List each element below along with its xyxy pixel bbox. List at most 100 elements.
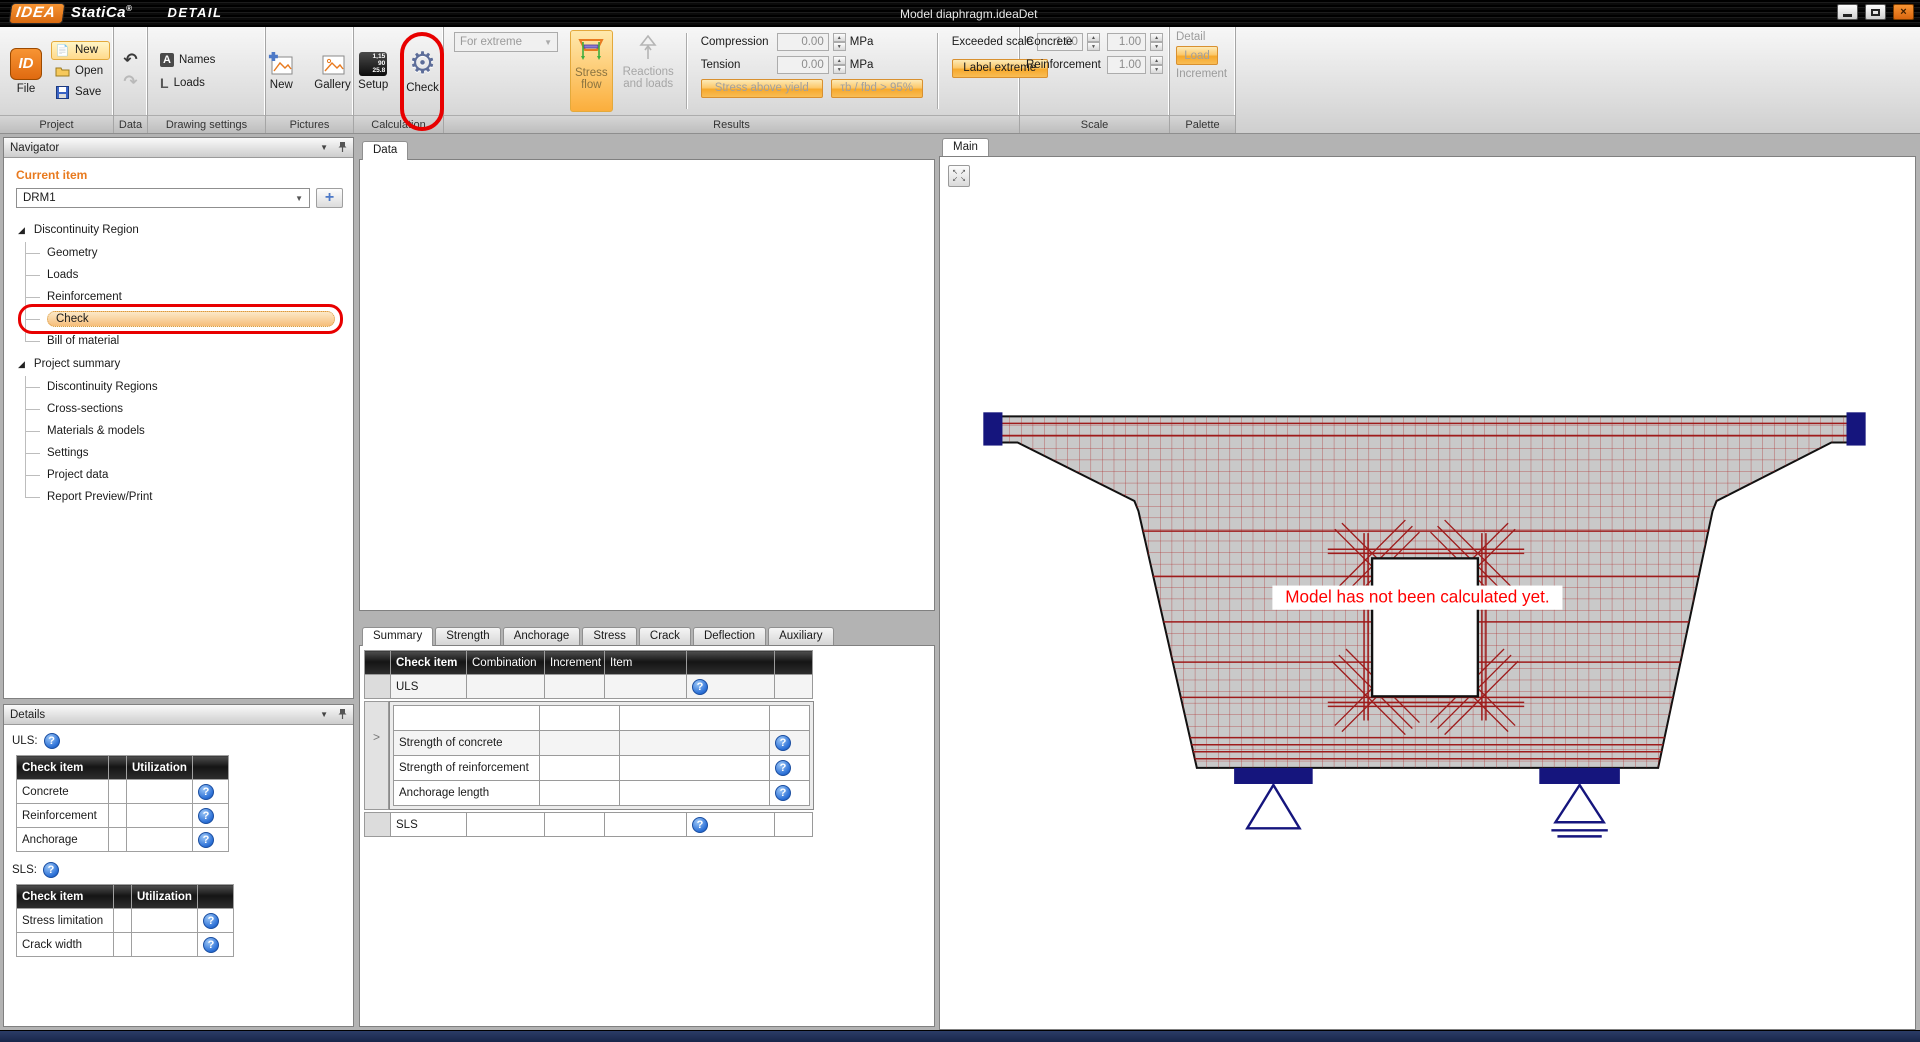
stress-above-yield-button[interactable]: Stress above yield <box>701 79 823 98</box>
table-row[interactable]: Reinforcement? <box>17 804 229 828</box>
row-help-icon[interactable]: ? <box>775 760 791 776</box>
tab-anchorage[interactable]: Anchorage <box>503 627 581 645</box>
maximize-button[interactable] <box>1865 4 1886 20</box>
scale-concrete-input[interactable]: 1.00 <box>1107 33 1146 51</box>
current-item-dropdown[interactable]: DRM1 ▼ <box>16 188 310 208</box>
sls-row-help-icon[interactable]: ? <box>692 817 708 833</box>
close-button[interactable]: × <box>1893 4 1914 20</box>
navigator-header[interactable]: Navigator ▼ <box>4 138 353 158</box>
details-title: Details <box>10 709 310 721</box>
tab-stress[interactable]: Stress <box>582 627 637 645</box>
tree-item-geometry[interactable]: Geometry <box>25 242 345 264</box>
row-help-icon[interactable]: ? <box>198 784 214 800</box>
scale-reinforcement-input[interactable]: 1.00 <box>1107 56 1146 74</box>
column-header: Utilization <box>620 706 770 731</box>
tb-fbd-button[interactable]: τb / fbd > 95% <box>831 79 923 98</box>
undo-icon[interactable]: ↶ <box>123 53 137 67</box>
tree-item-check[interactable]: Check <box>25 308 345 330</box>
tree-item-bill-of-material[interactable]: Bill of material <box>25 330 345 352</box>
fit-view-button[interactable]: ↖ ↗ ↙ ↘ <box>948 165 970 187</box>
tension-stepper[interactable]: ▲▼ <box>833 56 846 74</box>
stress-flow-button[interactable]: Stress flow <box>570 30 613 112</box>
add-item-button[interactable]: + <box>316 188 343 208</box>
tree-item-label: Check <box>56 313 89 325</box>
details-header[interactable]: Details ▼ <box>4 705 353 725</box>
sls-summary-row[interactable]: SLS ? <box>365 813 813 837</box>
tree-item-report-preview-print[interactable]: Report Preview/Print <box>25 486 345 508</box>
tree-item-settings[interactable]: Settings <box>25 442 345 464</box>
sls-help-icon[interactable]: ? <box>43 862 59 878</box>
tree-item-reinforcement[interactable]: Reinforcement <box>25 286 345 308</box>
collapse-icon[interactable]: ▼ <box>320 143 328 152</box>
file-button[interactable]: ID File <box>4 30 48 112</box>
palette-increment-option[interactable]: Increment <box>1176 68 1229 80</box>
tab-strength[interactable]: Strength <box>435 627 500 645</box>
names-toggle[interactable]: A Names <box>156 50 261 69</box>
table-row[interactable]: Anchorage? <box>17 828 229 852</box>
tab-data[interactable]: Data <box>362 141 408 160</box>
collapse-icon[interactable]: ▼ <box>320 710 328 719</box>
row-help-icon[interactable]: ? <box>203 937 219 953</box>
tree-item-project-data[interactable]: Project data <box>25 464 345 486</box>
main-canvas[interactable]: ↖ ↗ ↙ ↘ <box>939 156 1916 1030</box>
pin-icon[interactable] <box>338 708 347 722</box>
ribbon-group-project: ID File 📄 New Open Save Project <box>0 27 114 133</box>
for-extreme-dropdown[interactable]: For extreme ▼ <box>454 32 558 52</box>
tree-expanded-icon[interactable]: ◢ <box>18 225 25 236</box>
tree-item-loads[interactable]: Loads <box>25 264 345 286</box>
tab-crack[interactable]: Crack <box>639 627 691 645</box>
palette-load-button[interactable]: Load <box>1176 46 1218 65</box>
table-row[interactable]: Strength of reinforcement? <box>394 756 810 781</box>
table-row[interactable]: Anchorage length? <box>394 781 810 806</box>
uls-summary-row[interactable]: ULS ? <box>365 675 813 699</box>
tab-auxiliary[interactable]: Auxiliary <box>768 627 833 645</box>
row-help-icon[interactable]: ? <box>203 913 219 929</box>
loads-toggle[interactable]: L Loads <box>156 73 261 92</box>
check-button[interactable]: ⚙ Check <box>400 30 445 112</box>
table-row[interactable]: Stress limitation? <box>17 909 234 933</box>
row-help-icon[interactable]: ? <box>198 832 214 848</box>
tree-item-discontinuity-regions[interactable]: Discontinuity Regions <box>25 376 345 398</box>
tension-input[interactable]: 0.00 <box>777 56 829 74</box>
row-help-icon[interactable]: ? <box>775 785 791 801</box>
minimize-button[interactable] <box>1837 4 1858 20</box>
sls-summary-table: SLS ? <box>364 812 813 837</box>
scale-reinforcement-stepper[interactable]: ▲▼ <box>1150 56 1163 74</box>
tree-item-check-highlight: Check <box>47 311 335 327</box>
table-row[interactable]: Strength of concrete? <box>394 731 810 756</box>
tab-main[interactable]: Main <box>942 138 989 157</box>
palette-detail-option[interactable]: Detail <box>1176 31 1229 43</box>
tree-root-discontinuity-region[interactable]: ◢ Discontinuity Region <box>12 218 345 242</box>
uls-help-icon[interactable]: ? <box>44 733 60 749</box>
uls-row-help-icon[interactable]: ? <box>692 679 708 695</box>
tab-deflection[interactable]: Deflection <box>693 627 766 645</box>
redo-icon[interactable]: ↷ <box>123 75 137 89</box>
reactions-loads-button[interactable]: Reactions and loads <box>619 30 678 112</box>
uls-expanded-region: Check item Item Utilization Strength of … <box>389 701 814 810</box>
ribbon-filler <box>1236 27 1920 133</box>
picture-new-button[interactable]: New <box>262 30 300 112</box>
gallery-button[interactable]: Gallery <box>308 30 356 112</box>
maximize-icon <box>1871 9 1880 16</box>
tree-item-cross-sections[interactable]: Cross-sections <box>25 398 345 420</box>
compression-input[interactable]: 0.00 <box>777 33 829 51</box>
pin-icon[interactable] <box>338 141 347 155</box>
row-expander[interactable]: > <box>364 701 389 810</box>
tree-root-project-summary[interactable]: ◢ Project summary <box>12 352 345 376</box>
new-button[interactable]: 📄 New <box>51 41 110 60</box>
save-button[interactable]: Save <box>51 83 110 102</box>
open-button[interactable]: Open <box>51 62 110 81</box>
row-help-icon[interactable]: ? <box>775 735 791 751</box>
table-row[interactable]: Concrete? <box>17 780 229 804</box>
scale-concrete-stepper[interactable]: ▲▼ <box>1150 33 1163 51</box>
compression-stepper[interactable]: ▲▼ <box>833 33 846 51</box>
setup-button[interactable]: 1,15 90 25.8 Setup <box>352 30 394 112</box>
tab-summary[interactable]: Summary <box>362 627 433 646</box>
tree-expanded-icon[interactable]: ◢ <box>18 359 25 370</box>
row-help-icon[interactable]: ? <box>198 808 214 824</box>
column-header: Item <box>540 706 620 731</box>
loads-label: Loads <box>174 77 205 89</box>
table-row[interactable]: Crack width? <box>17 933 234 957</box>
tree-item-materials-models[interactable]: Materials & models <box>25 420 345 442</box>
stress-flow-icon <box>576 34 606 65</box>
